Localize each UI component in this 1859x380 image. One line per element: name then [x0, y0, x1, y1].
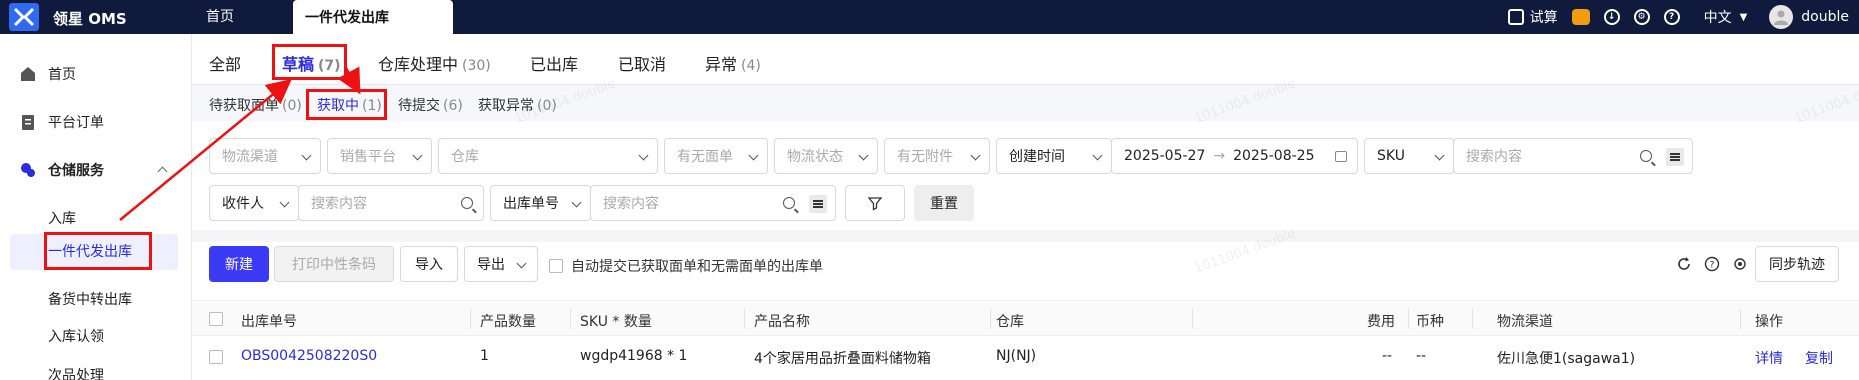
annotation-arrows — [119, 66, 361, 221]
